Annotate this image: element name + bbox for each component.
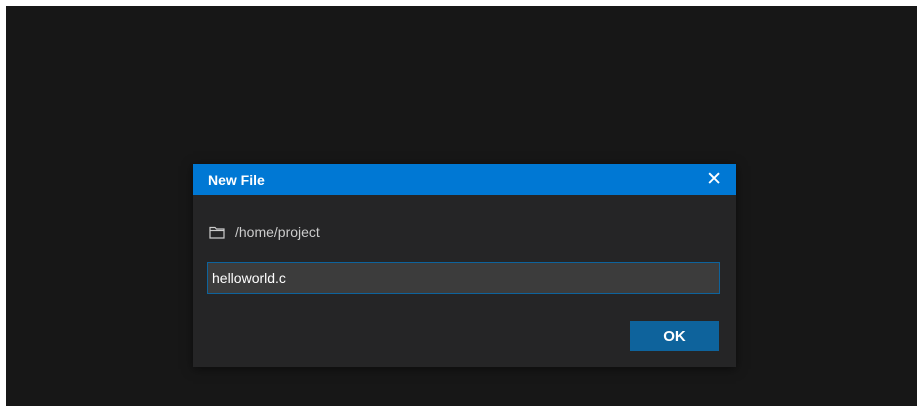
dialog-title: New File — [208, 171, 265, 188]
path-row: /home/project — [209, 224, 320, 240]
parent-path: /home/project — [235, 224, 320, 240]
dialog-titlebar: New File ✕ — [193, 164, 736, 195]
close-icon[interactable]: ✕ — [706, 170, 722, 189]
ok-button[interactable]: OK — [630, 321, 719, 351]
new-file-dialog: New File ✕ /home/project OK — [193, 164, 736, 367]
filename-input[interactable] — [207, 262, 720, 294]
folder-icon — [209, 226, 225, 239]
